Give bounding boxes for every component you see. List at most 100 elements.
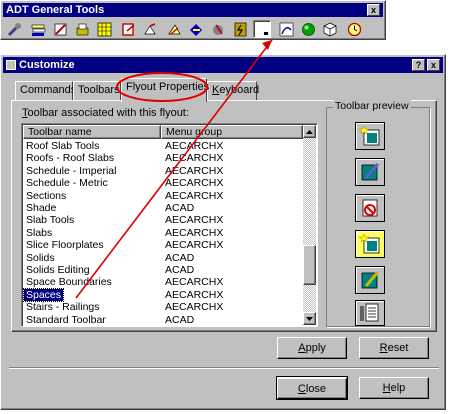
table-row[interactable]: Spaces AECARCHX — [22, 287, 301, 303]
menu-group-cell: AECARCHX — [165, 177, 224, 190]
tab-keyboard-label: Keyboard — [212, 84, 260, 96]
customize-title: Customize — [19, 59, 75, 71]
menu-group-cell: AECARCHX — [165, 239, 224, 252]
customize-dialog: Customize ? x Commands Toolbars Flyout P… — [0, 54, 446, 410]
toolbar-name-cell: Standard Toolbar — [26, 313, 106, 326]
bolt-icon[interactable] — [231, 20, 249, 38]
menu-group-cell: AECARCHX — [165, 226, 224, 239]
apply-label: Apply — [298, 342, 326, 354]
wrench-icon[interactable] — [5, 20, 23, 38]
tab-flyout-properties[interactable]: Flyout Properties — [121, 78, 210, 102]
toolbar-list[interactable]: Toolbar name Menu group Roof Slab Tools A… — [21, 123, 318, 327]
customize-titlebar[interactable]: Customize ? x — [3, 57, 443, 73]
table-row[interactable]: Standard Toolbar ACAD — [23, 314, 301, 327]
adt-toolbar-title: ADT General Tools — [6, 4, 105, 16]
apply-button[interactable]: Apply — [277, 337, 347, 359]
scroll-down-button[interactable] — [303, 312, 316, 325]
adt-toolbar-buttons — [5, 20, 383, 38]
stack-icon[interactable] — [73, 20, 91, 38]
cut-icon[interactable] — [51, 20, 69, 38]
toolbar-name-cell: Spaces — [22, 287, 65, 303]
select-icon[interactable] — [187, 20, 205, 38]
list-scrollbar[interactable] — [303, 125, 316, 325]
pencil-sheet-icon — [355, 158, 385, 186]
toolbar-preview-group: Toolbar preview — [326, 100, 430, 327]
toolbar-name-cell: Roof Slab Tools — [26, 140, 100, 152]
table-row[interactable]: Space Boundaries AECARCHX — [23, 276, 301, 289]
close-button[interactable]: Close — [276, 376, 348, 400]
table-row[interactable]: Roof Slab Tools AECARCHX — [23, 140, 301, 153]
table-row[interactable]: Slabs AECARCHX — [23, 227, 301, 240]
table-row[interactable]: Slice Floorplates AECARCHX — [23, 239, 301, 252]
menu-group-cell: AECARCHX — [165, 140, 224, 152]
tab-toolbars-label: Toolbars — [78, 84, 120, 96]
clock-icon[interactable] — [345, 20, 363, 38]
close-label: Close — [297, 382, 327, 395]
roof-icon[interactable] — [165, 20, 183, 38]
toolbar-name-cell: Schedule - Imperial — [26, 164, 117, 177]
toolbar-name-cell: Space Boundaries — [26, 276, 112, 289]
tab-keyboard[interactable]: Keyboard — [207, 81, 260, 101]
grid-icon[interactable] — [95, 20, 113, 38]
toolbar-name-cell: Stairs - Railings — [26, 301, 100, 314]
menu-group-cell: AECARCHX — [165, 276, 224, 289]
toolbar-name-cell: Solids — [26, 251, 55, 264]
table-row[interactable]: Schedule - Metric AECARCHX — [23, 177, 301, 190]
green-dot-icon[interactable] — [299, 20, 317, 38]
reset-label: Reset — [379, 342, 409, 354]
preview-label: Toolbar preview — [333, 100, 411, 112]
adt-toolbar-titlebar[interactable]: ADT General Tools x — [3, 3, 383, 17]
pencil-sheet-2-icon — [355, 266, 385, 294]
table-row[interactable]: Schedule - Imperial AECARCHX — [23, 165, 301, 178]
adt-toolbar-window: ADT General Tools x — [0, 0, 386, 40]
scroll-up-button[interactable] — [303, 125, 316, 138]
adt-toolbar-close-button[interactable]: x — [367, 4, 380, 16]
tab-panel: Toolbar associated with this flyout: Too… — [11, 100, 437, 332]
toolbar-name-cell: Roofs - Roof Slabs — [26, 152, 115, 165]
column-header-name[interactable]: Toolbar name — [23, 125, 161, 139]
help-title-button[interactable]: ? — [412, 59, 425, 71]
table-row[interactable]: Solids Editing ACAD — [23, 264, 301, 277]
table-row[interactable]: Solids ACAD — [23, 252, 301, 265]
blank-button-icon[interactable] — [253, 20, 271, 38]
separator — [9, 367, 439, 369]
menu-group-cell: AECARCHX — [165, 164, 224, 177]
table-row[interactable]: Stairs - Railings AECARCHX — [23, 301, 301, 314]
star-sheet-selected-icon — [355, 230, 385, 258]
paint-icon[interactable] — [119, 20, 137, 38]
star-sheet-icon — [355, 122, 385, 150]
display-icon[interactable] — [141, 20, 159, 38]
table-row[interactable]: Sections AECARCHX — [23, 190, 301, 203]
menu-group-cell: AECARCHX — [165, 152, 224, 165]
tab-toolbars[interactable]: Toolbars — [73, 81, 121, 101]
menu-group-cell: ACAD — [165, 202, 195, 214]
menu-group-cell: ACAD — [165, 313, 195, 326]
cube-icon[interactable] — [321, 20, 339, 38]
customize-app-icon — [6, 60, 16, 70]
toolbar-name-cell: Schedule - Metric — [26, 177, 108, 190]
layers-icon[interactable] — [29, 20, 47, 38]
table-row[interactable]: Shade ACAD — [23, 202, 301, 215]
list-rows: Roof Slab Tools AECARCHX Roofs - Roof Slab… — [22, 140, 303, 327]
close-title-button[interactable]: x — [427, 59, 440, 71]
spiral-icon[interactable] — [277, 20, 295, 38]
object-icon[interactable] — [209, 20, 227, 38]
menu-group-cell: AECARCHX — [165, 189, 224, 202]
scroll-thumb[interactable] — [303, 245, 316, 285]
toolbar-name-cell: Shade — [26, 202, 57, 214]
toolbar-name-cell: Sections — [26, 189, 67, 202]
tab-commands[interactable]: Commands — [15, 81, 76, 101]
help-button[interactable]: Help — [359, 377, 429, 399]
tab-flyout-label: Flyout Properties — [126, 81, 210, 93]
menu-group-cell: AECARCHX — [165, 301, 224, 314]
red-sheet-icon — [355, 194, 385, 222]
table-row[interactable]: Roofs - Roof Slabs AECARCHX — [23, 152, 301, 165]
reset-button[interactable]: Reset — [359, 337, 429, 359]
list-header: Toolbar name Menu group — [23, 125, 303, 139]
column-header-group[interactable]: Menu group — [161, 125, 303, 139]
table-row[interactable]: Slab Tools AECARCHX — [23, 214, 301, 227]
toolbar-name-cell: Slabs — [26, 226, 53, 239]
menu-group-cell: AECARCHX — [165, 214, 224, 227]
toolbar-name-cell: Slab Tools — [26, 214, 75, 227]
toolbar-name-cell: Solids Editing — [26, 264, 90, 276]
